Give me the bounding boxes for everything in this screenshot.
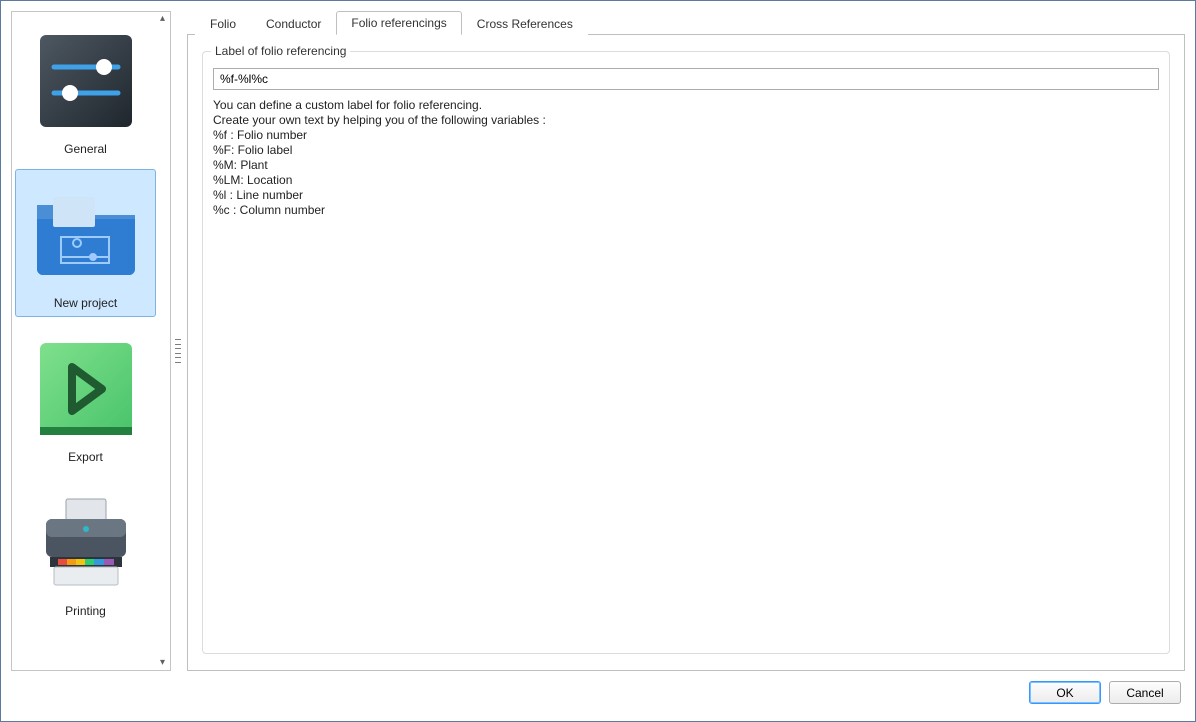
scroll-up-arrow-icon[interactable]: ▴ [158, 14, 168, 24]
help-text: You can define a custom label for folio … [213, 98, 1159, 218]
settings-dialog: General [0, 0, 1196, 722]
sidebar-item-label: Printing [20, 604, 151, 618]
sidebar-item-printing[interactable]: Printing [15, 477, 156, 625]
tab-cross-references[interactable]: Cross References [462, 12, 588, 35]
sidebar-item-label: General [20, 142, 151, 156]
sidebar-item-general[interactable]: General [15, 15, 156, 163]
sidebar-item-new-project[interactable]: New project [15, 169, 156, 317]
splitter-handle[interactable] [171, 11, 187, 671]
tab-content: Label of folio referencing You can defin… [187, 35, 1185, 671]
category-sidebar: General [11, 11, 171, 671]
sidebar-item-label: New project [20, 296, 151, 310]
tab-conductor[interactable]: Conductor [251, 12, 336, 35]
tab-folio-referencings[interactable]: Folio referencings [336, 11, 461, 35]
tab-folio[interactable]: Folio [195, 12, 251, 35]
export-icon [31, 334, 141, 444]
printer-icon [31, 488, 141, 598]
new-project-folder-icon [31, 180, 141, 290]
cancel-button[interactable]: Cancel [1109, 681, 1181, 704]
general-settings-icon [31, 26, 141, 136]
content-area: General [11, 11, 1185, 671]
sidebar-item-export[interactable]: Export [15, 323, 156, 471]
sidebar-item-label: Export [20, 450, 151, 464]
groupbox-title: Label of folio referencing [211, 44, 350, 58]
dialog-button-bar: OK Cancel [1, 681, 1195, 709]
ok-button[interactable]: OK [1029, 681, 1101, 704]
main-panel: Folio Conductor Folio referencings Cross… [187, 11, 1185, 671]
scroll-down-arrow-icon[interactable]: ▾ [158, 658, 168, 668]
label-of-folio-referencing-group: Label of folio referencing You can defin… [202, 51, 1170, 654]
folio-referencing-label-input[interactable] [213, 68, 1159, 90]
tab-bar: Folio Conductor Folio referencings Cross… [187, 11, 1185, 35]
sidebar-scrollbar[interactable]: ▴ ▾ [157, 14, 168, 668]
